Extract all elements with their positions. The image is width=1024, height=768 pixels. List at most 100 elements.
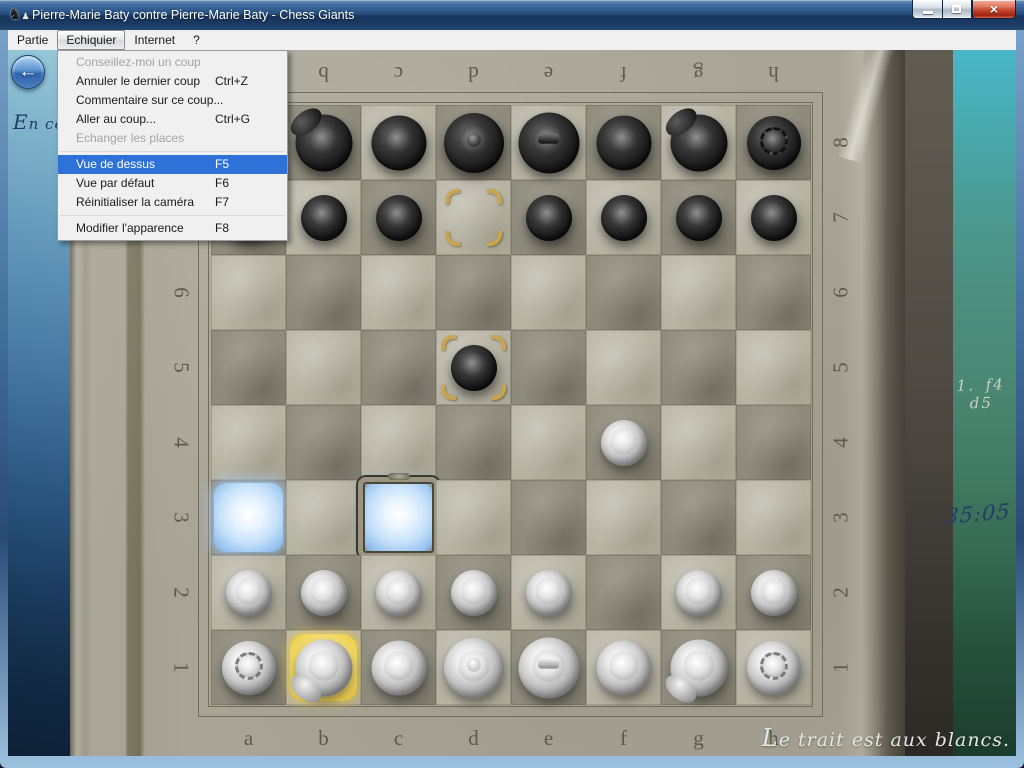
piece-black-pawn-e7[interactable] xyxy=(526,195,572,241)
piece-white-pawn-h2[interactable] xyxy=(751,570,797,616)
square-d3[interactable] xyxy=(436,480,511,555)
square-e6[interactable] xyxy=(511,255,586,330)
menu-option-vue-de-dessus[interactable]: Vue de dessusF5 xyxy=(58,155,287,174)
marker-legal-move-a3[interactable] xyxy=(214,483,283,552)
piece-white-pawn-b2[interactable] xyxy=(301,570,347,616)
minimize-button[interactable] xyxy=(912,0,942,19)
square-c5[interactable] xyxy=(361,330,436,405)
rank-label-right-8: 8 xyxy=(804,126,879,160)
piece-head xyxy=(759,127,787,155)
menu-bar: PartieEchiquierInternet? xyxy=(8,30,1016,50)
square-f6[interactable] xyxy=(586,255,661,330)
piece-white-knight-b1[interactable] xyxy=(295,639,352,696)
menu-option-label: Echanger les places xyxy=(76,129,215,148)
piece-head xyxy=(760,203,787,230)
rank-label-left-2: 2 xyxy=(144,576,219,610)
title-bar[interactable]: ♞♟ Pierre-Marie Baty contre Pierre-Marie… xyxy=(0,0,1024,30)
square-g5[interactable] xyxy=(661,330,736,405)
square-g4[interactable] xyxy=(661,405,736,480)
piece-black-pawn-b7[interactable] xyxy=(301,195,347,241)
file-label-bottom-d: d xyxy=(436,724,511,752)
square-b3[interactable] xyxy=(286,480,361,555)
square-e4[interactable] xyxy=(511,405,586,480)
square-g3[interactable] xyxy=(661,480,736,555)
square-g6[interactable] xyxy=(661,255,736,330)
piece-black-rook-h8[interactable] xyxy=(747,116,801,170)
menu-option-shortcut: Ctrl+Z xyxy=(215,72,277,91)
square-e3[interactable] xyxy=(511,480,586,555)
menu-option-label: Conseillez-moi un coup xyxy=(76,53,215,72)
square-a3[interactable] xyxy=(211,480,286,555)
menu-option-r-initialiser-la-cam-ra[interactable]: Réinitialiser la caméraF7 xyxy=(58,193,287,212)
menu-option-commentaire-sur-ce-coup[interactable]: Commentaire sur ce coup... xyxy=(58,91,287,110)
square-h5[interactable] xyxy=(736,330,811,405)
menu-option-echanger-les-places: Echanger les places xyxy=(58,129,287,148)
square-d6[interactable] xyxy=(436,255,511,330)
piece-white-pawn-a2[interactable] xyxy=(226,570,272,616)
square-d7[interactable] xyxy=(436,180,511,255)
menu-item-?[interactable]: ? xyxy=(184,30,209,50)
close-button[interactable]: × xyxy=(972,0,1016,19)
square-c3[interactable] xyxy=(361,480,436,555)
piece-head xyxy=(384,652,413,681)
square-a6[interactable] xyxy=(211,255,286,330)
square-e5[interactable] xyxy=(511,330,586,405)
piece-black-knight-g8[interactable] xyxy=(670,114,727,171)
back-button[interactable]: ← xyxy=(11,55,45,89)
menu-option-label: Commentaire sur ce coup... xyxy=(76,91,223,110)
menu-item-echiquier[interactable]: Echiquier xyxy=(57,30,125,50)
piece-white-pawn-g2[interactable] xyxy=(676,570,722,616)
file-label-top-f: f xyxy=(586,60,661,88)
piece-white-rook-a1[interactable] xyxy=(222,641,276,695)
menu-item-internet[interactable]: Internet xyxy=(125,30,184,50)
piece-white-pawn-d2[interactable] xyxy=(451,570,497,616)
piece-black-pawn-g7[interactable] xyxy=(676,195,722,241)
piece-head xyxy=(535,578,562,605)
piece-white-bishop-c1[interactable] xyxy=(371,640,426,695)
square-f5[interactable] xyxy=(586,330,661,405)
piece-black-bishop-f8[interactable] xyxy=(596,115,651,170)
square-a5[interactable] xyxy=(211,330,286,405)
piece-black-pawn-h7[interactable] xyxy=(751,195,797,241)
piece-black-pawn-c7[interactable] xyxy=(376,195,422,241)
rank-label-right-3: 3 xyxy=(804,501,879,535)
piece-white-bishop-f1[interactable] xyxy=(596,640,651,695)
piece-black-pawn-d5[interactable] xyxy=(451,345,497,391)
square-d4[interactable] xyxy=(436,405,511,480)
piece-white-pawn-f4[interactable] xyxy=(601,420,647,466)
piece-black-queen-d8[interactable] xyxy=(444,113,504,173)
piece-black-pawn-f7[interactable] xyxy=(601,195,647,241)
square-f3[interactable] xyxy=(586,480,661,555)
square-c6[interactable] xyxy=(361,255,436,330)
piece-white-pawn-e2[interactable] xyxy=(526,570,572,616)
piece-black-bishop-c8[interactable] xyxy=(371,115,426,170)
menu-option-vue-par-d-faut[interactable]: Vue par défautF6 xyxy=(58,174,287,193)
square-h3[interactable] xyxy=(736,480,811,555)
maximize-button[interactable] xyxy=(942,0,972,19)
file-label-top-e: e xyxy=(511,60,586,88)
square-h4[interactable] xyxy=(736,405,811,480)
square-b5[interactable] xyxy=(286,330,361,405)
piece-white-king-e1[interactable] xyxy=(518,637,579,698)
square-b4[interactable] xyxy=(286,405,361,480)
piece-head xyxy=(535,203,562,230)
piece-white-rook-h1[interactable] xyxy=(747,641,801,695)
piece-white-pawn-c2[interactable] xyxy=(376,570,422,616)
piece-white-knight-g1[interactable] xyxy=(670,639,727,696)
menu-option-label: Annuler le dernier coup xyxy=(76,72,215,91)
piece-black-king-e8[interactable] xyxy=(518,112,579,173)
square-a4[interactable] xyxy=(211,405,286,480)
piece-black-knight-b8[interactable] xyxy=(295,114,352,171)
menu-item-partie[interactable]: Partie xyxy=(8,30,57,50)
menu-option-aller-au-coup[interactable]: Aller au coup...Ctrl+G xyxy=(58,110,287,129)
piece-head xyxy=(385,203,412,230)
piece-white-queen-d1[interactable] xyxy=(444,638,504,698)
square-f2[interactable] xyxy=(586,555,661,630)
square-h6[interactable] xyxy=(736,255,811,330)
menu-option-annuler-le-dernier-coup[interactable]: Annuler le dernier coupCtrl+Z xyxy=(58,72,287,91)
menu-option-shortcut xyxy=(215,129,277,148)
menu-option-modifier-l-apparence[interactable]: Modifier l'apparenceF8 xyxy=(58,219,287,238)
square-c4[interactable] xyxy=(361,405,436,480)
rank-label-right-2: 2 xyxy=(804,576,879,610)
square-b6[interactable] xyxy=(286,255,361,330)
